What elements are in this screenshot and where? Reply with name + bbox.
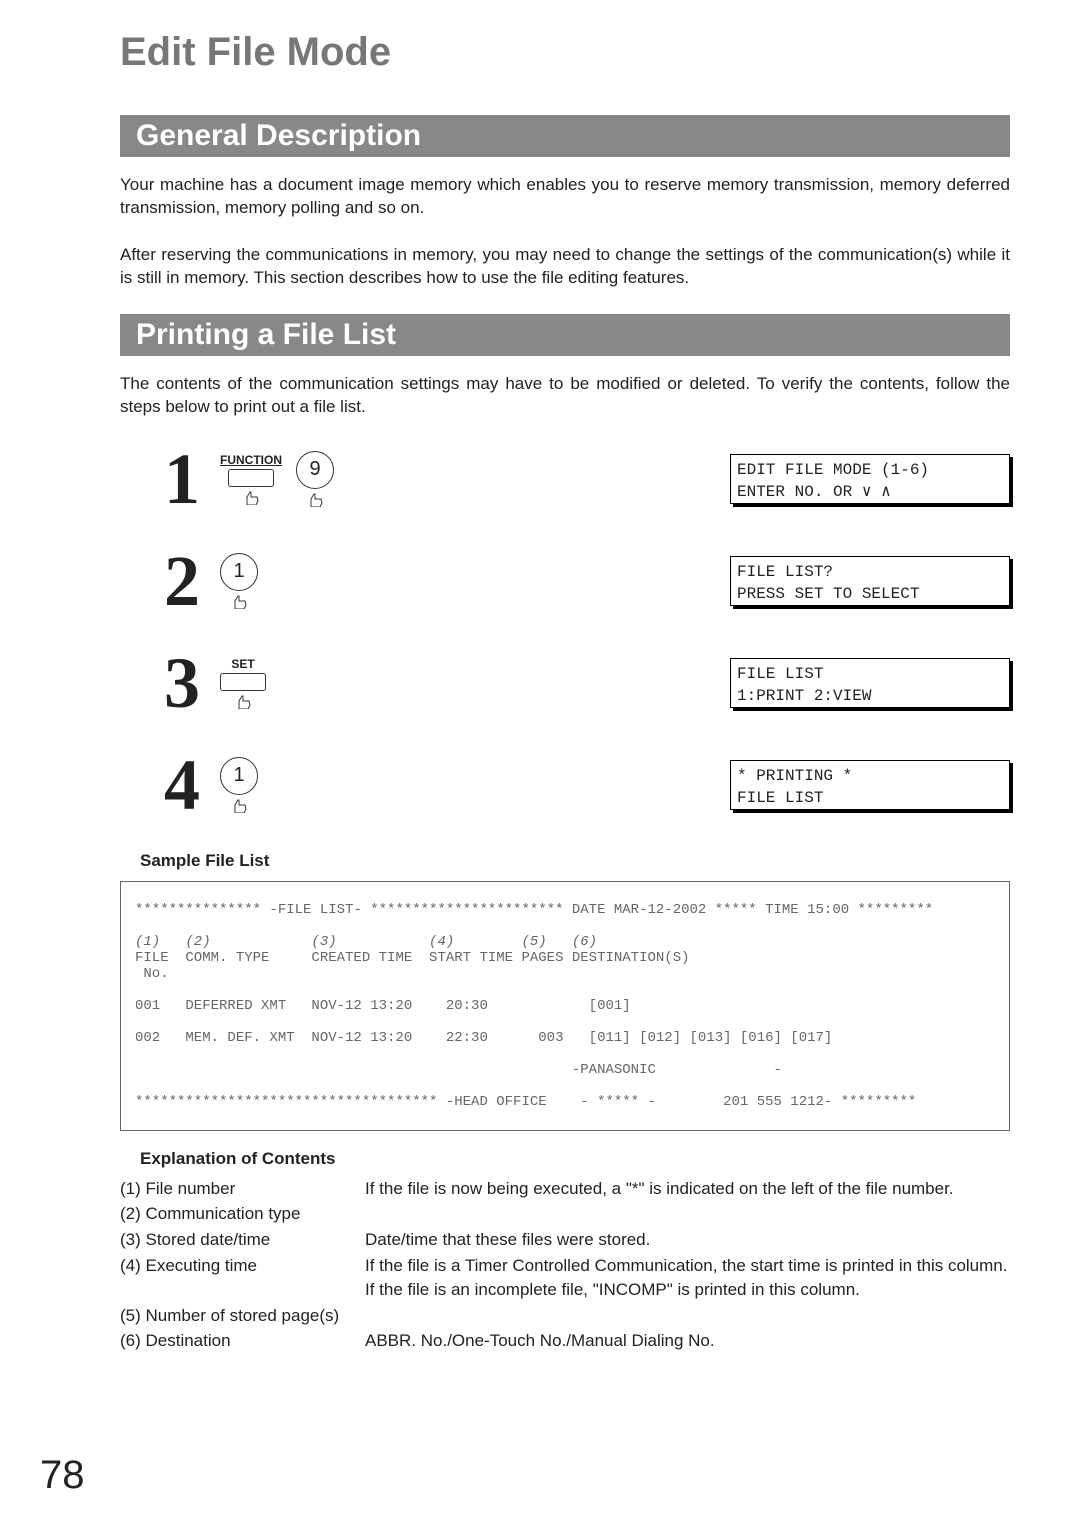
step-number: 4: [120, 749, 200, 821]
hand-pointer-icon: [241, 489, 261, 505]
number-key-icon: 1: [220, 757, 258, 813]
sample-header: *************** -FILE LIST- ************…: [135, 902, 933, 918]
explanation-row: (1) File number If the file is now being…: [120, 1177, 1010, 1201]
explanation-desc: If the file is now being executed, a "*"…: [365, 1177, 1010, 1201]
explanation-desc: [365, 1202, 1010, 1226]
lcd-line-2: FILE LIST: [737, 789, 823, 807]
explanation-label: (3) Stored date/time: [120, 1228, 365, 1252]
section-heading-general: General Description: [120, 115, 1010, 157]
step-2: 2 1 FILE LIST? PRESS SET TO SELECT: [120, 545, 1010, 617]
number-key-icon: 9: [296, 451, 334, 507]
explanation-desc: Date/time that these files were stored.: [365, 1228, 1010, 1252]
lcd-line-1: EDIT FILE MODE (1-6): [737, 461, 929, 479]
sample-col-nums: (1) (2) (3) (4) (5) (6): [135, 934, 597, 950]
arrow-down-up-icon: ∨ ∧: [862, 483, 891, 501]
hand-pointer-icon: [233, 693, 253, 709]
explanation-desc: If the file is a Timer Controlled Commun…: [365, 1254, 1010, 1302]
steps-list: 1 FUNCTION 9 EDIT FILE MODE (1-6) ENTER …: [120, 443, 1010, 821]
page-title: Edit File Mode: [120, 30, 1010, 75]
lcd-line-1: FILE LIST?: [737, 563, 833, 581]
step-4: 4 1 * PRINTING * FILE LIST: [120, 749, 1010, 821]
number-key-icon: 1: [220, 553, 258, 609]
explanation-label: (5) Number of stored page(s): [120, 1304, 365, 1328]
lcd-display: EDIT FILE MODE (1-6) ENTER NO. OR ∨ ∧: [730, 454, 1010, 504]
set-key-label: SET: [231, 657, 254, 671]
section-heading-printing: Printing a File List: [120, 314, 1010, 356]
step-number: 3: [120, 647, 200, 719]
explanation-desc: ABBR. No./One-Touch No./Manual Dialing N…: [365, 1329, 1010, 1353]
lcd-line-1: FILE LIST: [737, 665, 823, 683]
explanation-row: (4) Executing time If the file is a Time…: [120, 1254, 1010, 1302]
sample-footer: ************************************ -HE…: [135, 1094, 916, 1110]
explanation-desc: [365, 1304, 1010, 1328]
key-1-icon: 1: [220, 757, 258, 795]
paragraph: After reserving the communications in me…: [120, 244, 1010, 290]
step-1: 1 FUNCTION 9 EDIT FILE MODE (1-6) ENTER …: [120, 443, 1010, 515]
hand-pointer-icon: [229, 797, 249, 813]
lcd-line-2: PRESS SET TO SELECT: [737, 585, 919, 603]
function-key-label: FUNCTION: [220, 453, 282, 467]
step-number: 2: [120, 545, 200, 617]
explanation-heading: Explanation of Contents: [140, 1149, 1010, 1169]
lcd-display: * PRINTING * FILE LIST: [730, 760, 1010, 810]
key-shape-icon: [228, 469, 274, 487]
sample-heading: Sample File List: [140, 851, 1010, 871]
sample-col-heads-2: No.: [135, 966, 169, 982]
sample-col-heads: FILE COMM. TYPE CREATED TIME START TIME …: [135, 950, 690, 966]
key-1-icon: 1: [220, 553, 258, 591]
sample-row: -PANASONIC -: [135, 1062, 782, 1078]
explanation-label: (2) Communication type: [120, 1202, 365, 1226]
hand-pointer-icon: [305, 491, 325, 507]
lcd-line-1: * PRINTING *: [737, 767, 852, 785]
lcd-line-2: 1:PRINT 2:VIEW: [737, 687, 871, 705]
explanation-row: (6) Destination ABBR. No./One-Touch No./…: [120, 1329, 1010, 1353]
explanation-row: (2) Communication type: [120, 1202, 1010, 1226]
sample-row: 002 MEM. DEF. XMT NOV-12 13:20 22:30 003…: [135, 1030, 832, 1046]
page-number: 78: [40, 1453, 85, 1498]
page: Edit File Mode General Description Your …: [0, 0, 1080, 1528]
step-3: 3 SET FILE LIST 1:PRINT 2:VIEW: [120, 647, 1010, 719]
key-9-icon: 9: [296, 451, 334, 489]
explanation-row: (3) Stored date/time Date/time that thes…: [120, 1228, 1010, 1252]
lcd-display: FILE LIST? PRESS SET TO SELECT: [730, 556, 1010, 606]
hand-pointer-icon: [229, 593, 249, 609]
explanation-label: (4) Executing time: [120, 1254, 365, 1302]
explanation-label: (1) File number: [120, 1177, 365, 1201]
step-number: 1: [120, 443, 200, 515]
key-shape-icon: [220, 673, 266, 691]
sample-row: 001 DEFERRED XMT NOV-12 13:20 20:30 [001…: [135, 998, 631, 1014]
lcd-line-2-prefix: ENTER NO. OR: [737, 483, 862, 501]
lcd-display: FILE LIST 1:PRINT 2:VIEW: [730, 658, 1010, 708]
explanation-row: (5) Number of stored page(s): [120, 1304, 1010, 1328]
sample-printout: *************** -FILE LIST- ************…: [120, 881, 1010, 1131]
set-key-icon: SET: [220, 657, 266, 709]
paragraph: The contents of the communication settin…: [120, 373, 1010, 419]
explanation-label: (6) Destination: [120, 1329, 365, 1353]
function-key-icon: FUNCTION: [220, 453, 282, 505]
paragraph: Your machine has a document image memory…: [120, 174, 1010, 220]
